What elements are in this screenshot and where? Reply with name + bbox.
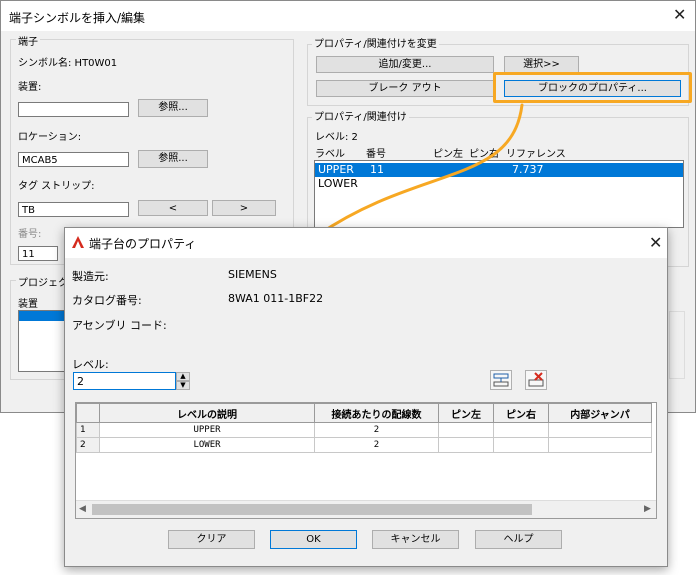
col-pin-right[interactable]: ピン右 [493, 403, 549, 423]
row-number-header [76, 403, 100, 423]
jumper-cell[interactable] [548, 422, 652, 438]
jumper-cell[interactable] [548, 437, 652, 453]
clear-button[interactable]: クリア [168, 530, 255, 549]
level-up-button[interactable]: ▲ [176, 372, 190, 381]
horizontal-scrollbar[interactable]: ◀ ▶ [76, 500, 656, 518]
project-device-label: 装置 [18, 299, 38, 310]
location-browse-button[interactable]: 参照... [138, 150, 208, 168]
col-wires-per-connection[interactable]: 接続あたりの配線数 [314, 403, 439, 423]
prev-tagstrip-button[interactable]: < [138, 200, 208, 216]
device-label: 装置: [18, 82, 42, 93]
symbol-name-label: シンボル名: HT0W01 [18, 58, 118, 69]
col-internal-jumper[interactable]: 内部ジャンパ [548, 403, 652, 423]
delete-row-icon[interactable] [525, 370, 547, 390]
row-number: 2 [76, 437, 100, 453]
header-row: レベルの説明 接続あたりの配線数 ピン左 ピン右 内部ジャンパ [76, 403, 652, 423]
device-input[interactable] [18, 102, 129, 117]
tagstrip-label: タグ ストリップ: [18, 181, 95, 192]
level-description-cell[interactable]: UPPER [99, 422, 315, 438]
col-pin-left[interactable]: ピン左 [438, 403, 494, 423]
wires-cell[interactable]: 2 [314, 422, 439, 438]
scrollbar[interactable] [669, 311, 685, 379]
assembly-code-label: アセンブリ コード: [72, 319, 167, 332]
manufacturer-label: 製造元: [72, 270, 109, 283]
dialog-title: 端子シンボルを挿入/編集 [9, 11, 146, 25]
pin-left-cell[interactable] [438, 437, 494, 453]
level-down-button[interactable]: ▼ [176, 381, 190, 390]
levels-grid: レベルの説明 接続あたりの配線数 ピン左 ピン右 内部ジャンパ 1 UPPER … [75, 402, 657, 519]
table-row[interactable]: 2 LOWER 2 [76, 437, 652, 453]
pin-right-cell[interactable] [493, 437, 549, 453]
device-browse-button[interactable]: 参照... [138, 99, 208, 117]
next-tagstrip-button[interactable]: > [212, 200, 276, 216]
level-stepper-input[interactable]: 2 [73, 372, 176, 390]
catalog-label: カタログ番号: [72, 294, 142, 307]
insert-row-icon[interactable] [490, 370, 512, 390]
pin-left-cell[interactable] [438, 422, 494, 438]
level-description-cell[interactable]: LOWER [99, 437, 315, 453]
terminal-group-label: 端子 [16, 33, 40, 48]
col-level-description[interactable]: レベルの説明 [99, 403, 315, 423]
levels-table: レベルの説明 接続あたりの配線数 ピン左 ピン右 内部ジャンパ 1 UPPER … [76, 403, 652, 453]
add-change-button[interactable]: 追加/変更... [316, 56, 494, 73]
level-label: レベル: [72, 358, 109, 371]
manufacturer-value: SIEMENS [228, 268, 277, 281]
table-row[interactable]: 1 UPPER 2 [76, 422, 652, 438]
callout-arrow-line [316, 103, 524, 237]
scroll-left-icon[interactable]: ◀ [79, 504, 86, 514]
tagstrip-input[interactable]: TB [18, 202, 129, 217]
location-label: ロケーション: [18, 132, 82, 143]
close-icon[interactable]: ✕ [673, 7, 686, 23]
close-icon[interactable]: ✕ [649, 235, 662, 251]
ok-button[interactable]: OK [270, 530, 357, 549]
catalog-value: 8WA1 011-1BF22 [228, 292, 324, 305]
location-input[interactable]: MCAB5 [18, 152, 129, 167]
terminal-block-properties-dialog: 端子台のプロパティ ✕ 製造元: SIEMENS カタログ番号: 8WA1 01… [64, 227, 668, 567]
change-properties-label: プロパティ/関連付けを変更 [312, 35, 439, 50]
help-button[interactable]: ヘルプ [475, 530, 562, 549]
project-device-list[interactable] [18, 310, 66, 372]
autocad-logo-icon [72, 236, 84, 248]
pin-right-cell[interactable] [493, 422, 549, 438]
cancel-button[interactable]: キャンセル [372, 530, 459, 549]
wires-cell[interactable]: 2 [314, 437, 439, 453]
row-number: 1 [76, 422, 100, 438]
select-button[interactable]: 選択>> [504, 56, 579, 73]
selected-list-item[interactable] [19, 311, 65, 321]
number-label: 番号: [18, 229, 42, 240]
dialog-title: 端子台のプロパティ [89, 237, 197, 251]
number-input[interactable]: 11 [18, 246, 58, 261]
scroll-thumb[interactable] [92, 504, 532, 515]
scroll-right-icon[interactable]: ▶ [644, 504, 651, 514]
